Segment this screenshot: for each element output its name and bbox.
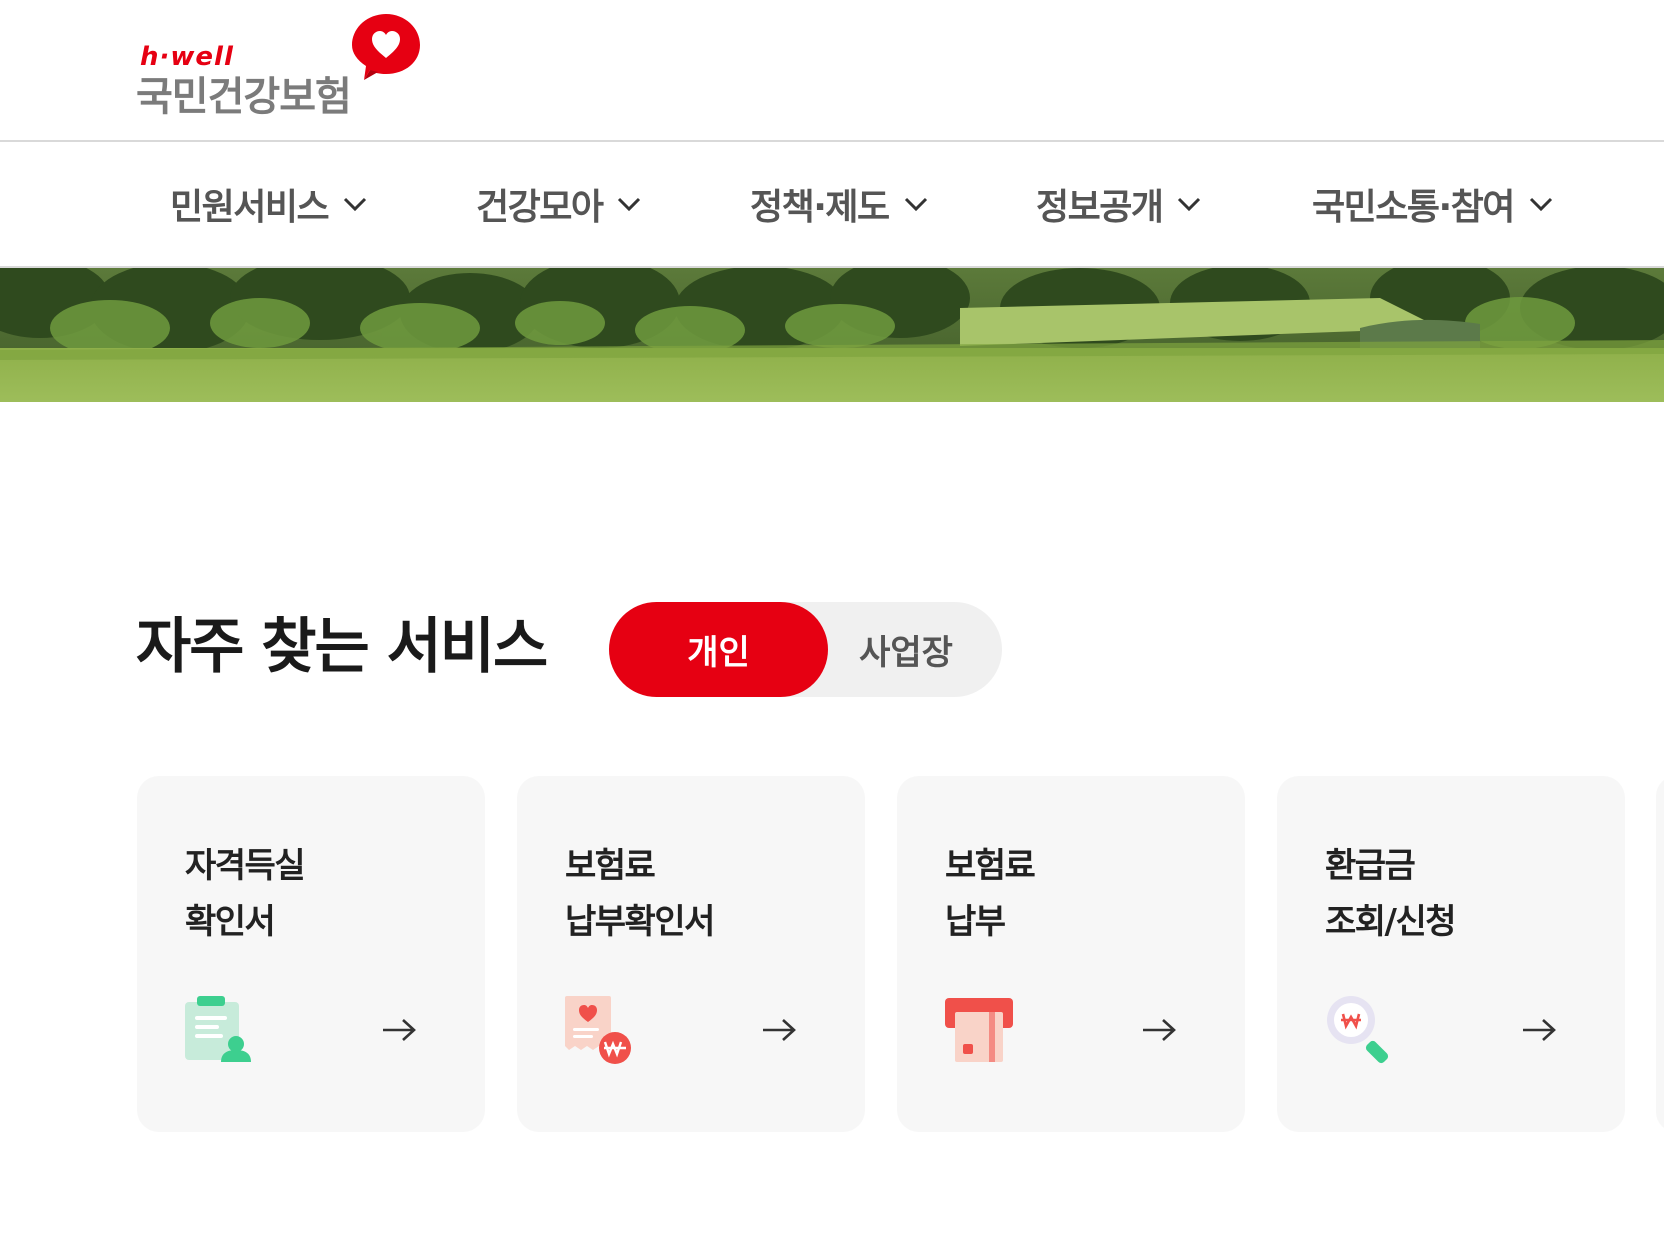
park-landscape-image: [0, 268, 1664, 402]
card-title: 자격득실 확인서: [185, 838, 306, 950]
service-card-refund[interactable]: 환급금 조회/신청: [1277, 776, 1625, 1132]
card-title-line2: 확인서: [185, 902, 276, 942]
certificate-user-icon: [185, 996, 251, 1062]
toggle-individual[interactable]: 개인: [609, 602, 828, 697]
card-title: 환급금 조회/신청: [1325, 838, 1457, 950]
card-title-line1: 보험료: [945, 846, 1036, 886]
service-card-premium-certificate[interactable]: 보험료 납부확인서: [517, 776, 865, 1132]
card-title: 보험료 납부: [945, 838, 1036, 950]
chevron-down-icon: [344, 197, 367, 212]
main-nav: 민원서비스 건강모아 정책·제도 정보공개 국민소통·참여: [0, 142, 1664, 268]
site-logo[interactable]: h·well 국민건강보험: [136, 12, 426, 122]
service-card-premium-payment[interactable]: 보험료 납부: [897, 776, 1245, 1132]
nav-item-label: 민원서비스: [170, 187, 330, 228]
arrow-right-icon: [383, 1019, 416, 1041]
nav-item-policy[interactable]: 정책·제도: [750, 180, 929, 228]
nav-item-disclosure[interactable]: 정보공개: [1036, 180, 1202, 228]
chevron-down-icon: [904, 197, 927, 212]
nav-item-civil-service[interactable]: 민원서비스: [170, 180, 368, 228]
card-title-line1: 보험료: [565, 846, 656, 886]
arrow-right-icon: [1143, 1019, 1176, 1041]
arrow-right-icon: [763, 1019, 796, 1041]
toggle-business[interactable]: 사업장: [828, 602, 1002, 697]
nav-item-label: 정보공개: [1036, 187, 1164, 228]
chevron-down-icon: [618, 197, 641, 212]
section-title: 자주 찾는 서비스: [136, 612, 548, 682]
chevron-down-icon: [1178, 197, 1201, 212]
heart-bubble-icon: [352, 14, 420, 80]
service-type-toggle: 개인 사업장: [609, 602, 1002, 697]
nav-item-participation[interactable]: 국민소통·참여: [1312, 180, 1554, 228]
chevron-down-icon: [1529, 197, 1552, 212]
card-title-line2: 조회/신청: [1325, 902, 1457, 942]
site-header: h·well 국민건강보험: [0, 0, 1664, 142]
nav-item-health[interactable]: 건강모아: [476, 180, 642, 228]
card-title-line2: 납부확인서: [565, 902, 715, 942]
nav-item-label: 건강모아: [476, 187, 604, 228]
search-won-icon: [1327, 996, 1389, 1064]
nav-item-label: 국민소통·참여: [1312, 187, 1515, 228]
hero-banner: [0, 268, 1664, 402]
nav-item-label: 정책·제도: [750, 187, 890, 228]
logo-wordmark: 국민건강보험: [136, 74, 352, 120]
card-payment-icon: [945, 998, 1013, 1062]
service-card-next-peek[interactable]: [1656, 776, 1664, 1132]
receipt-won-icon: [565, 996, 631, 1064]
card-title-line1: 환급금: [1325, 846, 1416, 886]
arrow-right-icon: [1523, 1019, 1556, 1041]
card-title-line2: 납부: [945, 902, 1006, 942]
card-title: 보험료 납부확인서: [565, 838, 715, 950]
card-title-line1: 자격득실: [185, 846, 306, 886]
service-card-eligibility[interactable]: 자격득실 확인서: [137, 776, 485, 1132]
